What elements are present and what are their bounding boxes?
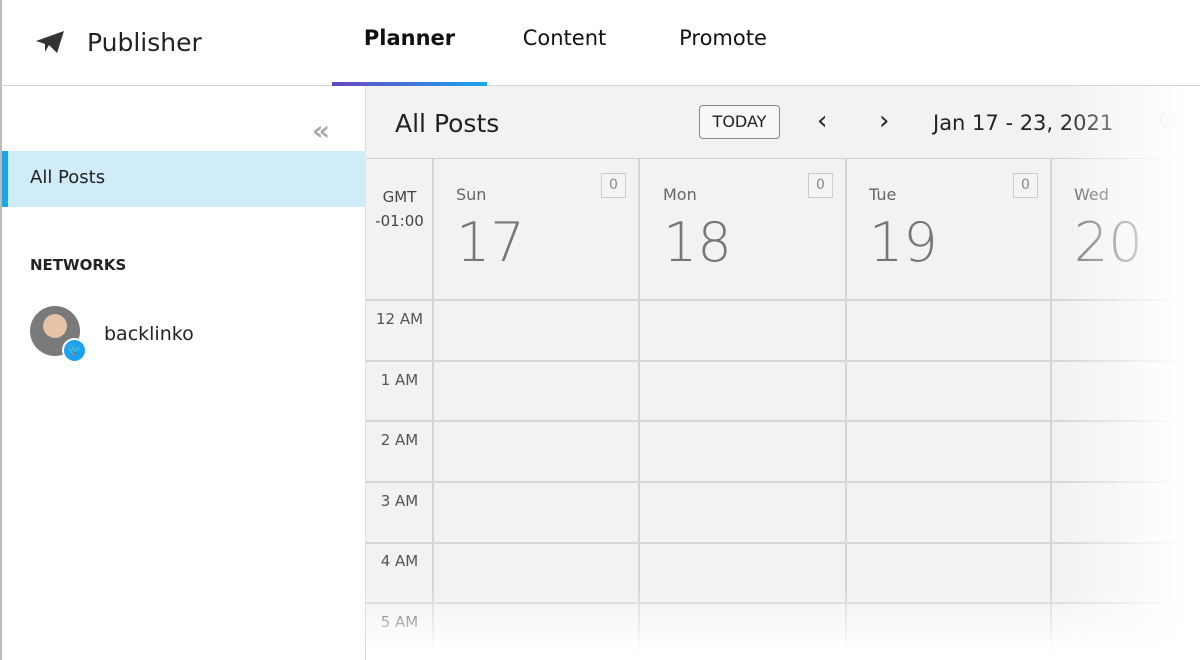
- network-name[interactable]: backlinko: [104, 323, 194, 345]
- day-date[interactable]: 20: [1074, 211, 1143, 274]
- tab-promote[interactable]: Promote: [662, 26, 784, 86]
- sidebar-item-all-posts[interactable]: All Posts: [2, 151, 366, 207]
- top-header: Publisher Planner Content Promote: [0, 0, 1200, 86]
- double-chevron-left-icon[interactable]: «: [312, 114, 330, 147]
- day-date[interactable]: 17: [456, 211, 525, 274]
- twitter-icon: 🐦: [62, 338, 87, 363]
- hour-label: 12 AM: [375, 310, 424, 328]
- post-count-badge: 0: [808, 173, 833, 198]
- day-name: Tue: [869, 185, 897, 204]
- page-title: All Posts: [395, 109, 500, 138]
- post-count-badge: 0: [601, 173, 626, 198]
- day-name: Wed: [1074, 185, 1109, 204]
- timezone-label: GMT -01:00: [375, 188, 424, 230]
- hour-label: 2 AM: [380, 431, 419, 449]
- hour-label: 3 AM: [380, 492, 419, 510]
- tab-content[interactable]: Content: [507, 26, 622, 86]
- week-grid: GMT -01:00 Sun 17 0 Mon 18 0 Tue 19 0 Wed…: [366, 158, 1200, 660]
- day-name: Sun: [456, 185, 487, 204]
- sidebar: « All Posts NETWORKS 🐦 backlinko: [0, 86, 366, 660]
- hour-label: 4 AM: [380, 552, 419, 570]
- gear-icon[interactable]: ⚙: [1156, 106, 1179, 136]
- calendar-panel: All Posts TODAY ‹ › Jan 17 - 23, 2021 ⚙ …: [366, 86, 1200, 660]
- chevron-left-icon[interactable]: ‹: [817, 106, 827, 136]
- today-button[interactable]: TODAY: [699, 105, 780, 139]
- tab-planner[interactable]: Planner: [332, 26, 487, 86]
- post-count-badge: 0: [1013, 173, 1038, 198]
- day-date[interactable]: 18: [663, 211, 732, 274]
- hour-label: 5 AM: [380, 613, 419, 631]
- hour-label: 1 AM: [380, 371, 419, 389]
- day-date[interactable]: 19: [869, 211, 938, 274]
- day-name: Mon: [663, 185, 697, 204]
- paper-plane-icon: [36, 31, 64, 53]
- chevron-right-icon[interactable]: ›: [879, 106, 889, 136]
- app-title: Publisher: [87, 28, 202, 57]
- networks-heading: NETWORKS: [30, 256, 127, 274]
- date-range: Jan 17 - 23, 2021: [933, 111, 1114, 135]
